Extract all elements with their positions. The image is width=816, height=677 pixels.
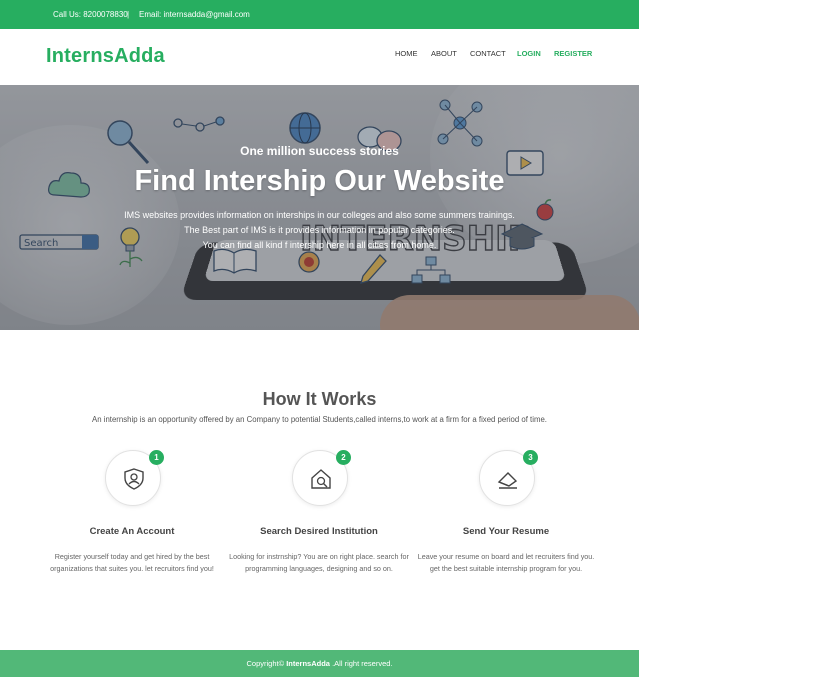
step-number-badge: 3 <box>523 450 538 465</box>
nav-register[interactable]: REGISTER <box>554 49 592 58</box>
footer-brand: InternsAdda <box>286 659 330 668</box>
nav-contact[interactable]: CONTACT <box>470 49 506 58</box>
send-envelope-icon <box>497 472 518 489</box>
hero-text-line: You can find all kind f intership here i… <box>202 240 437 250</box>
hero-subtitle: One million success stories <box>240 144 399 158</box>
step-text: Leave your resume on board and let recru… <box>417 552 595 573</box>
hero-text-line: IMS websites provides information on int… <box>124 210 515 220</box>
how-it-works-description: An internship is an opportunity offered … <box>92 415 547 424</box>
shield-user-icon <box>124 468 144 490</box>
contact-separator: | <box>127 10 130 19</box>
hero-overlay <box>0 85 639 330</box>
top-contact-bar: Call Us: 8200078830 | Email: internsadda… <box>0 0 639 29</box>
contact-email: Email: internsadda@gmail.com <box>139 10 250 19</box>
nav-about[interactable]: ABOUT <box>431 49 457 58</box>
house-search-icon <box>311 469 331 489</box>
step-title: Send Your Resume <box>462 526 550 537</box>
contact-phone: Call Us: 8200078830 <box>53 10 128 19</box>
step-number-badge: 1 <box>149 450 164 465</box>
step-text: Looking for instrnship? You are on right… <box>229 552 409 573</box>
step-number-badge: 2 <box>336 450 351 465</box>
footer-copyright-suffix: .All right reserved. <box>332 659 393 668</box>
hero-banner: INTERNSHIP Search One million success st… <box>0 85 639 330</box>
page: Call Us: 8200078830 | Email: internsadda… <box>0 0 639 677</box>
step-title: Search Desired Institution <box>260 526 378 537</box>
step-title: Create An Account <box>89 526 175 537</box>
site-header: InternsAdda HOME ABOUT CONTACT LOGIN REG… <box>0 29 639 85</box>
footer-copyright-prefix: Copyright© <box>246 659 285 668</box>
how-it-works-title: How It Works <box>262 389 377 409</box>
nav-home[interactable]: HOME <box>395 49 418 58</box>
hero-title: Find Intership Our Website <box>134 165 505 197</box>
hero-text-line: The Best part of IMS is it provides info… <box>184 225 455 235</box>
site-logo[interactable]: InternsAdda <box>46 45 165 68</box>
site-footer: Copyright© InternsAdda .All right reserv… <box>0 650 639 677</box>
step-text: Register yourself today and get hired by… <box>50 552 214 573</box>
nav-login[interactable]: LOGIN <box>517 49 541 58</box>
